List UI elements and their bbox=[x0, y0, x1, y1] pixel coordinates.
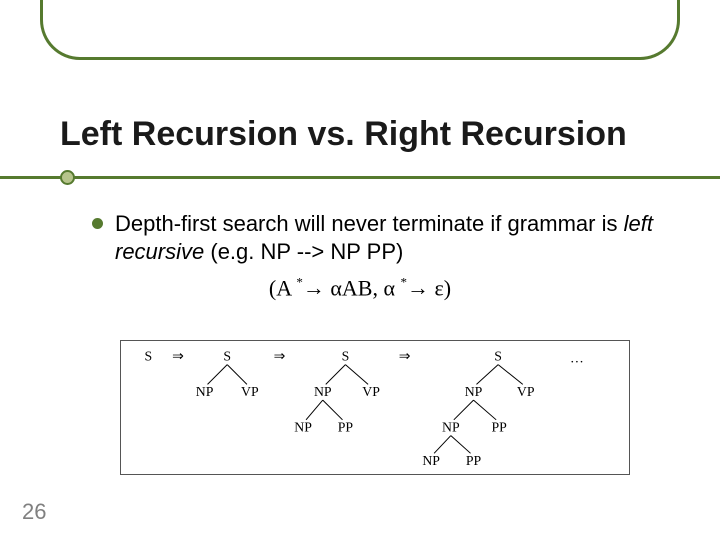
tree2-NP: NP bbox=[196, 384, 214, 399]
tree3-PP: PP bbox=[338, 420, 354, 435]
tree4-NP3: NP bbox=[422, 453, 440, 468]
page-number: 26 bbox=[22, 499, 46, 525]
tree-diagram: S ⇒ S NP VP ⇒ S NP VP NP PP ⇒ S NP VP NP… bbox=[120, 340, 630, 475]
slide-title: Left Recursion vs. Right Recursion bbox=[60, 115, 680, 154]
tree2-VP: VP bbox=[241, 384, 259, 399]
arrow1: ⇒ bbox=[172, 349, 184, 364]
body-text-a: Depth-first search will never terminate … bbox=[115, 211, 624, 236]
tree4-PP2: PP bbox=[466, 453, 482, 468]
header-accent-arc bbox=[40, 0, 680, 60]
bullet-icon bbox=[92, 218, 103, 229]
tree3-S: S bbox=[342, 349, 350, 364]
body-text-b: (e.g. NP --> NP PP) bbox=[204, 239, 403, 264]
tree3-NP2: NP bbox=[294, 420, 312, 435]
tree1-S: S bbox=[145, 349, 153, 364]
tree3-NP: NP bbox=[314, 384, 332, 399]
formula: (A *→ αAB, α *→ ε) bbox=[0, 275, 720, 301]
formula-arrow2: *→ bbox=[401, 275, 435, 300]
arrow2: ⇒ bbox=[274, 349, 286, 364]
body-text: Depth-first search will never terminate … bbox=[115, 210, 670, 265]
formula-lparen: (A bbox=[269, 275, 291, 300]
formula-rhs: ε) bbox=[435, 275, 452, 300]
tree4-NP: NP bbox=[465, 384, 483, 399]
arrow3: ⇒ bbox=[399, 349, 411, 364]
tree4-PP: PP bbox=[491, 420, 507, 435]
tree4-VP: VP bbox=[517, 384, 535, 399]
formula-mid: αAB, α bbox=[330, 275, 395, 300]
tree-ellipsis: … bbox=[570, 351, 584, 366]
tree4-S: S bbox=[494, 349, 502, 364]
tree3-VP: VP bbox=[362, 384, 380, 399]
title-underline bbox=[0, 176, 720, 179]
title-dot-icon bbox=[60, 170, 75, 185]
tree4-NP2: NP bbox=[442, 420, 460, 435]
formula-arrow1: *→ bbox=[296, 275, 330, 300]
tree2-S: S bbox=[223, 349, 231, 364]
